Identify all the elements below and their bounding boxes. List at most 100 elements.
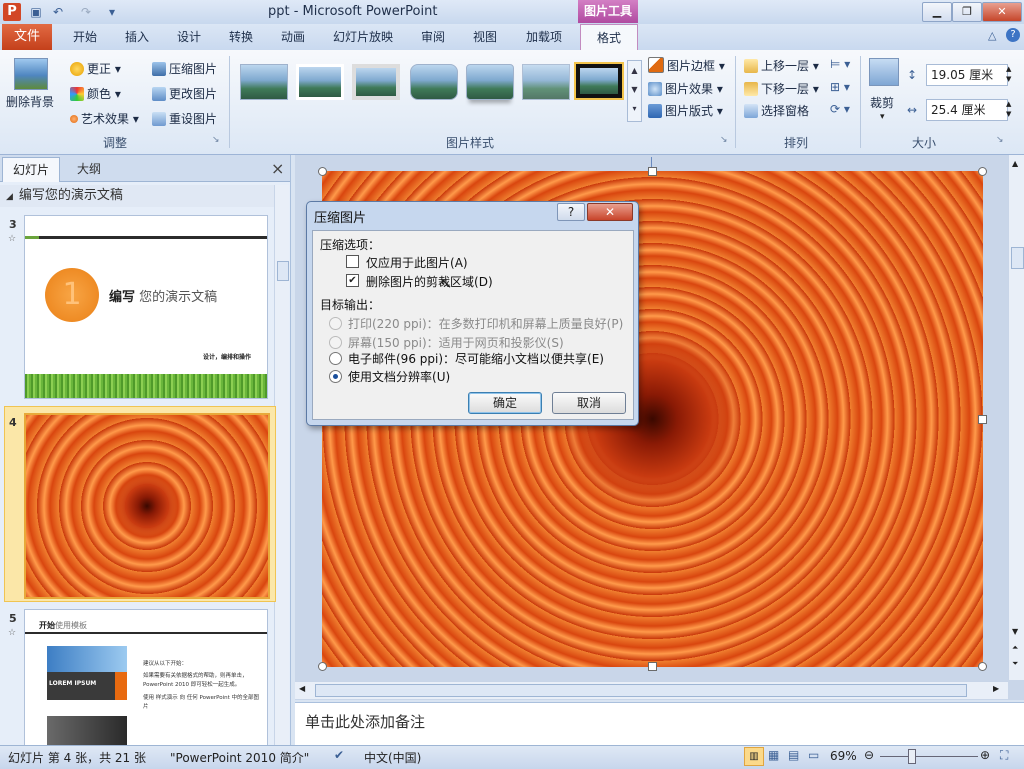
slides-pane-scrollbar[interactable] [274,185,289,745]
resize-handle[interactable] [978,167,987,176]
spelling-check-icon[interactable]: ✔ [334,748,344,762]
close-pane-icon[interactable]: × [271,159,284,178]
screen-output-radio[interactable] [329,336,342,349]
height-input[interactable]: 19.05 厘米 [926,64,1008,86]
email-output-radio[interactable] [329,352,342,365]
scroll-up-icon[interactable]: ▲ [1012,159,1018,168]
group-button[interactable]: ⊞ ▾ [830,80,850,94]
slide-thumbnail-5[interactable]: 开始使用模板 LOREM IPSUM 建议从以下开始： 如果需要有关依据格式的帮… [24,609,268,747]
previous-slide-icon[interactable]: ⏶ [1012,643,1018,653]
scroll-thumb[interactable] [277,261,289,281]
slide-sorter-icon[interactable]: ▦ [768,748,779,762]
dialog-launcher-icon[interactable]: ↘ [212,135,220,145]
scroll-right-icon[interactable]: ▶ [993,684,999,693]
restore-button[interactable]: ❐ [952,2,982,22]
cancel-button[interactable]: 取消 [552,392,626,414]
corrections-button[interactable]: 更正 ▾ [70,60,121,77]
undo-icon[interactable]: ↶ [50,4,66,20]
redo-icon[interactable]: ↷ [78,4,94,20]
slide-thumbnail-3[interactable]: 1 编写 您的演示文稿 设计，编排和操作 [24,215,268,399]
width-input[interactable]: 25.4 厘米 [926,99,1008,121]
tab-outline[interactable]: 大纲 [64,157,114,181]
language-status[interactable]: 中文(中国) [364,749,421,766]
scroll-left-icon[interactable]: ◀ [299,684,305,693]
email-output-label[interactable]: 电子邮件(96 ppi)：尽可能缩小文档以便共享(E) [348,350,604,367]
zoom-slider[interactable] [880,756,978,757]
print-output-label[interactable]: 打印(220 ppi)：在多数打印机和屏幕上质量良好(P) [348,315,623,332]
tab-review[interactable]: 审阅 [410,24,456,50]
vertical-scrollbar[interactable]: ▲ ▼ ⏶ ⏷ [1008,155,1024,680]
crop-dropdown-icon[interactable]: ▾ [880,112,885,122]
picture-style-thumb[interactable] [522,64,570,100]
customize-quick-access-icon[interactable]: ▾ [104,4,120,20]
tab-slides[interactable]: 幻灯片 [2,157,60,182]
zoom-level[interactable]: 69% [830,749,857,763]
picture-style-thumb[interactable] [240,64,288,100]
crop-icon[interactable] [869,58,899,86]
next-slide-icon[interactable]: ⏷ [1012,659,1018,669]
tab-insert[interactable]: 插入 [114,24,160,50]
change-picture-button[interactable]: 更改图片 [152,85,217,102]
picture-style-thumb[interactable] [352,64,400,100]
picture-style-thumb-selected[interactable] [576,64,622,98]
resize-handle[interactable] [648,662,657,671]
artistic-effects-button[interactable]: 艺术效果 ▾ [70,110,139,127]
scroll-thumb[interactable] [315,684,967,697]
picture-effects-button[interactable]: 图片效果 ▾ [648,80,723,97]
ok-button[interactable]: 确定 [468,392,542,414]
dialog-close-button[interactable]: ✕ [587,203,633,221]
collapse-section-icon[interactable]: ◢ [6,192,13,202]
apply-only-checkbox[interactable] [346,255,359,268]
align-button[interactable]: ⊨ ▾ [830,57,850,71]
tab-view[interactable]: 视图 [462,24,508,50]
zoom-in-icon[interactable]: ⊕ [980,748,990,762]
bring-forward-button[interactable]: 上移一层 ▾ [744,57,819,74]
reading-view-icon[interactable]: ▤ [788,748,799,762]
tab-slideshow[interactable]: 幻灯片放映 [326,24,400,50]
tab-animations[interactable]: 动画 [270,24,316,50]
color-button[interactable]: 颜色 ▾ [70,85,121,102]
document-resolution-radio[interactable] [329,370,342,383]
picture-style-thumb[interactable] [410,64,458,100]
dialog-launcher-icon[interactable]: ↘ [720,135,728,145]
rotate-button[interactable]: ⟳ ▾ [830,102,850,116]
picture-style-thumb[interactable] [466,64,514,100]
tab-format[interactable]: 格式 [580,24,638,50]
picture-layout-button[interactable]: 图片版式 ▾ [648,102,723,119]
apply-only-label[interactable]: 仅应用于此图片(A) [366,254,468,271]
tab-home[interactable]: 开始 [62,24,108,50]
width-spinner[interactable]: ▲ ▼ [1006,99,1011,119]
tab-design[interactable]: 设计 [166,24,212,50]
help-icon[interactable]: ? [1006,28,1020,42]
height-spinner[interactable]: ▲ ▼ [1006,64,1011,84]
slideshow-view-icon[interactable]: ▭ [808,748,819,762]
picture-border-button[interactable]: 图片边框 ▾ [648,57,725,74]
picture-style-thumb[interactable] [296,64,344,100]
remove-background-icon[interactable] [14,58,48,90]
remove-background-button[interactable]: 删除背景 [6,93,54,110]
dialog-help-button[interactable]: ? [557,203,585,221]
fit-to-window-icon[interactable]: ⛶ [1000,748,1008,763]
powerpoint-app-icon[interactable]: P [3,3,21,21]
resize-handle[interactable] [978,662,987,671]
selection-pane-button[interactable]: 选择窗格 [744,102,809,119]
document-resolution-label[interactable]: 使用文档分辨率(U) [348,368,450,385]
delete-cropped-areas-checkbox[interactable]: ✔ [346,274,359,287]
resize-handle[interactable] [648,167,657,176]
reset-picture-button[interactable]: 重设图片 [152,110,217,127]
print-output-radio[interactable] [329,317,342,330]
scroll-down-icon[interactable]: ▼ [1012,627,1018,636]
crop-button[interactable]: 裁剪 [870,94,894,111]
gallery-scroll[interactable]: ▲ ▼ ▾ [627,60,642,122]
normal-view-icon[interactable]: ▥ [744,747,764,766]
zoom-slider-thumb[interactable] [908,749,916,764]
save-icon[interactable]: ▣ [28,4,44,20]
theme-name-status[interactable]: "PowerPoint 2010 简介" [170,749,309,766]
notes-placeholder[interactable]: 单击此处添加备注 [305,711,425,732]
zoom-out-icon[interactable]: ⊖ [864,748,874,762]
resize-handle[interactable] [318,662,327,671]
minimize-button[interactable]: ▁ [922,2,952,22]
resize-handle[interactable] [318,167,327,176]
delete-cropped-areas-label[interactable]: 删除图片的剪裁区域(D) [366,273,493,290]
section-header[interactable]: ◢ 编写您的演示文稿 [0,185,275,207]
